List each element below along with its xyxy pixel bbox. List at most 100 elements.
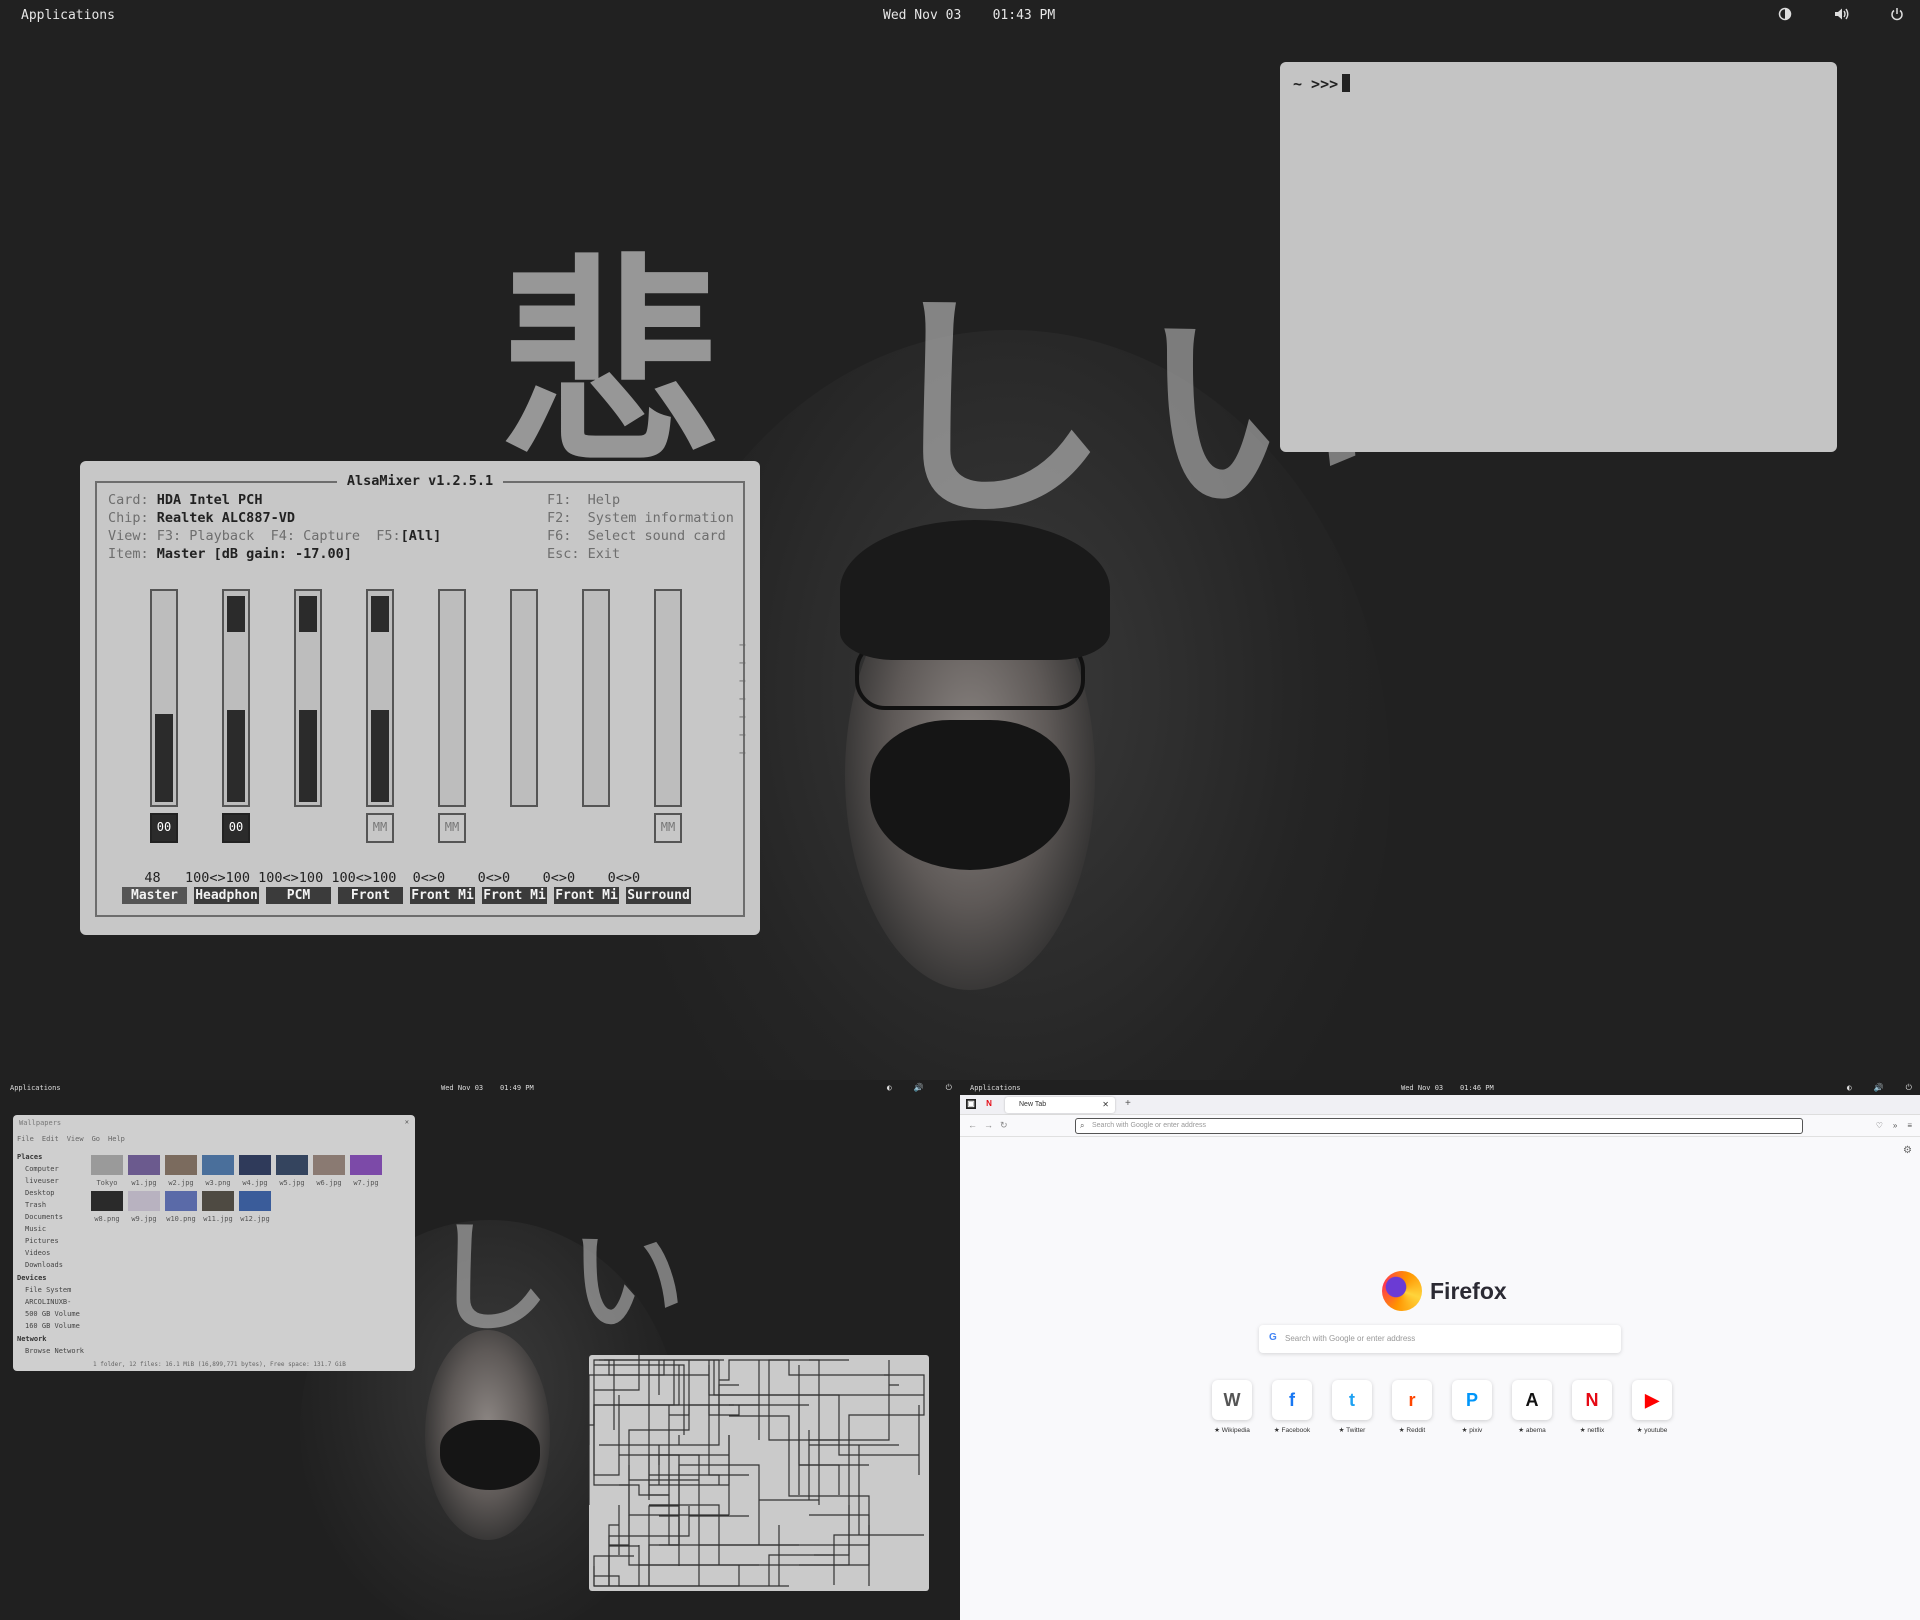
- file-item[interactable]: w11.jpg: [202, 1191, 234, 1223]
- top-site-wikipedia[interactable]: W ★ Wikipedia: [1208, 1380, 1256, 1434]
- file-item[interactable]: w6.jpg: [313, 1155, 345, 1187]
- netflix-pinned-icon[interactable]: N: [984, 1099, 994, 1109]
- file-item[interactable]: w2.jpg: [165, 1155, 197, 1187]
- volume-bar[interactable]: [294, 589, 322, 807]
- file-item[interactable]: w5.jpg: [276, 1155, 308, 1187]
- sidebar-item[interactable]: Videos: [17, 1247, 97, 1259]
- channel-name[interactable]: Front: [338, 887, 403, 904]
- panel-clock[interactable]: Wed Nov 03 01:43 PM: [883, 8, 1055, 23]
- sidebar-item[interactable]: ARCOLINUXB-: [17, 1296, 97, 1308]
- sidebar-item[interactable]: Browse Network: [17, 1345, 97, 1357]
- pipe-line: [589, 1359, 665, 1445]
- mute-toggle[interactable]: 00: [222, 813, 250, 843]
- sidebar-item[interactable]: 160 GB Volume: [17, 1320, 97, 1332]
- top-site-twitter[interactable]: t ★ Twitter: [1328, 1380, 1376, 1434]
- sidebar-item[interactable]: 500 GB Volume: [17, 1308, 97, 1320]
- sidebar-header: Devices: [17, 1274, 47, 1282]
- volume-bar[interactable]: [366, 589, 394, 807]
- volume-bar[interactable]: [438, 589, 466, 807]
- newtab-search-input[interactable]: G Search with Google or enter address: [1259, 1325, 1621, 1353]
- terminal-pipes-window[interactable]: [589, 1355, 929, 1591]
- file-item[interactable]: w10.png: [165, 1191, 197, 1223]
- applications-menu[interactable]: Applications: [970, 1084, 1021, 1092]
- applications-menu[interactable]: Applications: [21, 8, 115, 23]
- sidebar-item[interactable]: Computer: [17, 1163, 97, 1175]
- file-item[interactable]: w4.jpg: [239, 1155, 271, 1187]
- pocket-icon[interactable]: ♡: [1876, 1121, 1883, 1130]
- settings-gear-icon[interactable]: ⚙: [1903, 1145, 1912, 1156]
- top-site-reddit[interactable]: r ★ Reddit: [1388, 1380, 1436, 1434]
- theme-icon[interactable]: ◐: [887, 1083, 892, 1093]
- top-site-netflix[interactable]: N ★ netflix: [1568, 1380, 1616, 1434]
- sidebar-item[interactable]: Downloads: [17, 1259, 97, 1271]
- top-site-youtube[interactable]: ▶ ★ youtube: [1628, 1380, 1676, 1434]
- menu-view[interactable]: View: [67, 1135, 84, 1143]
- menu-edit[interactable]: Edit: [42, 1135, 59, 1143]
- volume-bar[interactable]: [654, 589, 682, 807]
- terminal-window[interactable]: ~ >>>: [1280, 62, 1837, 452]
- file-item[interactable]: Tokyo: [91, 1155, 123, 1187]
- channel-name[interactable]: Master: [122, 887, 187, 904]
- menu-icon[interactable]: ≡: [1907, 1121, 1912, 1130]
- volume-bar[interactable]: [510, 589, 538, 807]
- channel-name[interactable]: Front Mi: [554, 887, 619, 904]
- applications-menu[interactable]: Applications: [10, 1084, 61, 1092]
- file-item[interactable]: w8.png: [91, 1191, 123, 1223]
- volume-icon[interactable]: [1834, 7, 1849, 21]
- volume-bar[interactable]: [222, 589, 250, 807]
- top-site-facebook[interactable]: f ★ Facebook: [1268, 1380, 1316, 1434]
- menu-go[interactable]: Go: [92, 1135, 100, 1143]
- power-icon[interactable]: [1890, 7, 1904, 21]
- panel-clock[interactable]: Wed Nov 03 01:46 PM: [1401, 1084, 1494, 1092]
- file-item[interactable]: w12.jpg: [239, 1191, 271, 1223]
- top-site-pixiv[interactable]: P ★ pixiv: [1448, 1380, 1496, 1434]
- new-tab-button[interactable]: +: [1125, 1098, 1131, 1109]
- sidebar-item[interactable]: File System: [17, 1284, 97, 1296]
- alsamixer-window[interactable]: AlsaMixer v1.2.5.1 Card: HDA Intel PCH C…: [80, 461, 760, 935]
- file-item[interactable]: w3.png: [202, 1155, 234, 1187]
- channel-name[interactable]: Surround: [626, 887, 691, 904]
- power-icon[interactable]: ⏻: [946, 1083, 952, 1093]
- sidebar-item[interactable]: Music: [17, 1223, 97, 1235]
- volume-icon[interactable]: 🔊: [914, 1083, 924, 1093]
- sidebar-item[interactable]: Pictures: [17, 1235, 97, 1247]
- tab-new-tab[interactable]: New Tab ✕: [1005, 1097, 1115, 1113]
- pinned-tab-icon[interactable]: ▣: [966, 1099, 976, 1109]
- channel-name[interactable]: Front Mi: [482, 887, 547, 904]
- sidebar-item[interactable]: liveuser: [17, 1175, 97, 1187]
- url-bar[interactable]: ⌕ Search with Google or enter address: [1075, 1118, 1803, 1134]
- forward-icon[interactable]: →: [984, 1120, 993, 1130]
- top-site-label: ★ Facebook: [1273, 1427, 1311, 1434]
- menu-file[interactable]: File: [17, 1135, 34, 1143]
- sidebar-item[interactable]: Documents: [17, 1211, 97, 1223]
- channel-name[interactable]: PCM: [266, 887, 331, 904]
- top-site-abema[interactable]: A ★ abema: [1508, 1380, 1556, 1434]
- back-icon[interactable]: ←: [968, 1120, 977, 1130]
- file-item[interactable]: w9.jpg: [128, 1191, 160, 1223]
- file-item[interactable]: w1.jpg: [128, 1155, 160, 1187]
- channel-name[interactable]: Front Mi: [410, 887, 475, 904]
- theme-icon[interactable]: ◐: [1847, 1083, 1852, 1093]
- volume-bar[interactable]: [150, 589, 178, 807]
- close-icon[interactable]: ✕: [405, 1118, 409, 1126]
- volume-bar[interactable]: [582, 589, 610, 807]
- power-icon[interactable]: ⏻: [1906, 1083, 1912, 1093]
- mute-toggle[interactable]: 00: [150, 813, 178, 843]
- sidebar-item[interactable]: Trash: [17, 1199, 97, 1211]
- mute-toggle[interactable]: MM: [654, 813, 682, 843]
- file-manager-window[interactable]: Wallpapers ✕ File Edit View Go Help Plac…: [13, 1115, 415, 1371]
- reload-icon[interactable]: ↻: [1000, 1120, 1008, 1131]
- firefox-window[interactable]: ▣ N New Tab ✕ + ← → ↻ ⌕ Search with Goog…: [960, 1095, 1920, 1620]
- sidebar-item[interactable]: Desktop: [17, 1187, 97, 1199]
- mute-toggle[interactable]: MM: [438, 813, 466, 843]
- menu-help[interactable]: Help: [108, 1135, 125, 1143]
- volume-icon[interactable]: 🔊: [1874, 1083, 1884, 1093]
- extensions-icon[interactable]: »: [1893, 1121, 1897, 1130]
- mute-toggle[interactable]: MM: [366, 813, 394, 843]
- theme-icon[interactable]: [1778, 7, 1792, 21]
- panel-clock[interactable]: Wed Nov 03 01:49 PM: [441, 1084, 534, 1092]
- alsamixer-info: Card: HDA Intel PCH Chip: Realtek ALC887…: [108, 492, 442, 562]
- channel-name[interactable]: Headphon: [194, 887, 259, 904]
- file-item[interactable]: w7.jpg: [350, 1155, 382, 1187]
- close-tab-icon[interactable]: ✕: [1102, 1100, 1109, 1109]
